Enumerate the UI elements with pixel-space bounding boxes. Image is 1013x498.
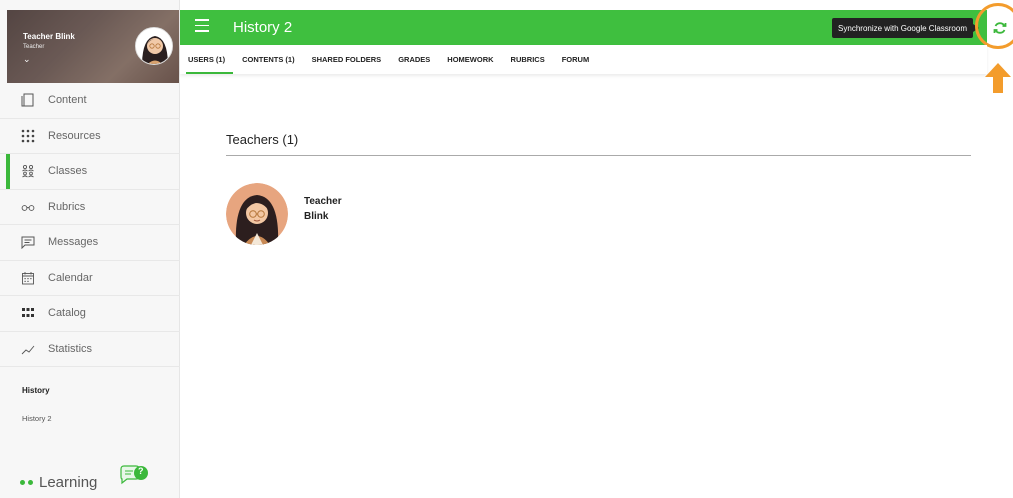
- grid-dots-icon: [20, 128, 36, 144]
- highlight-circle: [975, 3, 1013, 49]
- section-header: Teachers (1): [226, 132, 299, 147]
- hamburger-menu-icon[interactable]: [195, 19, 209, 33]
- tab-users[interactable]: USERS (1): [185, 45, 234, 74]
- sync-tooltip: Synchronize with Google Classroom: [832, 18, 979, 38]
- glasses-icon: [20, 199, 36, 215]
- people-icon: [20, 163, 36, 179]
- tab-shared-folders[interactable]: SHARED FOLDERS: [312, 45, 382, 74]
- class-group-title: History: [22, 386, 50, 395]
- brand-name: Learning: [39, 474, 98, 491]
- chart-line-icon: [20, 341, 36, 357]
- avatar: [135, 27, 173, 65]
- profile-role: Teacher: [23, 44, 45, 50]
- sidebar-item-label: Catalog: [48, 307, 86, 320]
- divider: [226, 155, 971, 156]
- tab-forum[interactable]: FORUM: [562, 45, 590, 74]
- page-title: History 2: [233, 19, 293, 36]
- catalog-icon: [20, 305, 36, 321]
- profile-card[interactable]: Teacher Blink Teacher ⌄: [7, 10, 179, 83]
- sidebar-item-label: Rubrics: [48, 200, 86, 213]
- help-chat-button[interactable]: ?: [119, 465, 151, 485]
- sidebar-item-label: Calendar: [48, 271, 93, 284]
- sidebar-item-label: Content: [48, 94, 87, 107]
- sidebar-menu: Content Resources Classes Rubrics Messag…: [0, 83, 180, 367]
- sidebar-item-label: Classes: [48, 165, 88, 178]
- calendar-icon: [20, 270, 36, 286]
- logo-dot: [28, 480, 33, 485]
- arrow-up-icon: [985, 63, 1011, 93]
- user-first-name[interactable]: Teacher: [304, 196, 342, 207]
- sidebar-item-rubrics[interactable]: Rubrics: [0, 190, 180, 225]
- brand-logo: Learning: [20, 474, 97, 491]
- top-bar: History 2 Synchronize with Google Classr…: [180, 10, 987, 45]
- document-icon: [20, 92, 36, 108]
- sidebar-item-resources[interactable]: Resources: [0, 119, 180, 154]
- message-icon: [20, 234, 36, 250]
- tab-contents[interactable]: CONTENTS (1): [242, 45, 295, 74]
- sidebar-item-label: Resources: [48, 129, 101, 142]
- sidebar-item-catalog[interactable]: Catalog: [0, 296, 180, 332]
- logo-dot: [20, 480, 25, 485]
- sidebar: Teacher Blink Teacher ⌄ Content Resource…: [0, 0, 180, 498]
- tab-rubrics[interactable]: RUBRICS: [511, 45, 545, 74]
- tab-homework[interactable]: HOMEWORK: [447, 45, 493, 74]
- sidebar-item-statistics[interactable]: Statistics: [0, 332, 180, 367]
- sidebar-item-classes[interactable]: Classes: [0, 154, 180, 190]
- chat-help-icon: [120, 465, 148, 485]
- tab-bar: USERS (1) CONTENTS (1) SHARED FOLDERS GR…: [180, 45, 987, 74]
- help-badge-label: ?: [138, 466, 144, 476]
- sidebar-item-label: Messages: [48, 236, 99, 249]
- avatar[interactable]: [226, 183, 288, 245]
- profile-name: Teacher Blink: [23, 32, 75, 41]
- user-last-name[interactable]: Blink: [304, 211, 328, 222]
- chevron-down-icon[interactable]: ⌄: [23, 54, 31, 65]
- sidebar-item-label: Statistics: [48, 342, 93, 355]
- sidebar-item-messages[interactable]: Messages: [0, 225, 180, 261]
- tab-grades[interactable]: GRADES: [398, 45, 430, 74]
- sidebar-item-calendar[interactable]: Calendar: [0, 261, 180, 296]
- sidebar-item-content[interactable]: Content: [0, 83, 180, 119]
- class-link-history-2[interactable]: History 2: [22, 414, 52, 423]
